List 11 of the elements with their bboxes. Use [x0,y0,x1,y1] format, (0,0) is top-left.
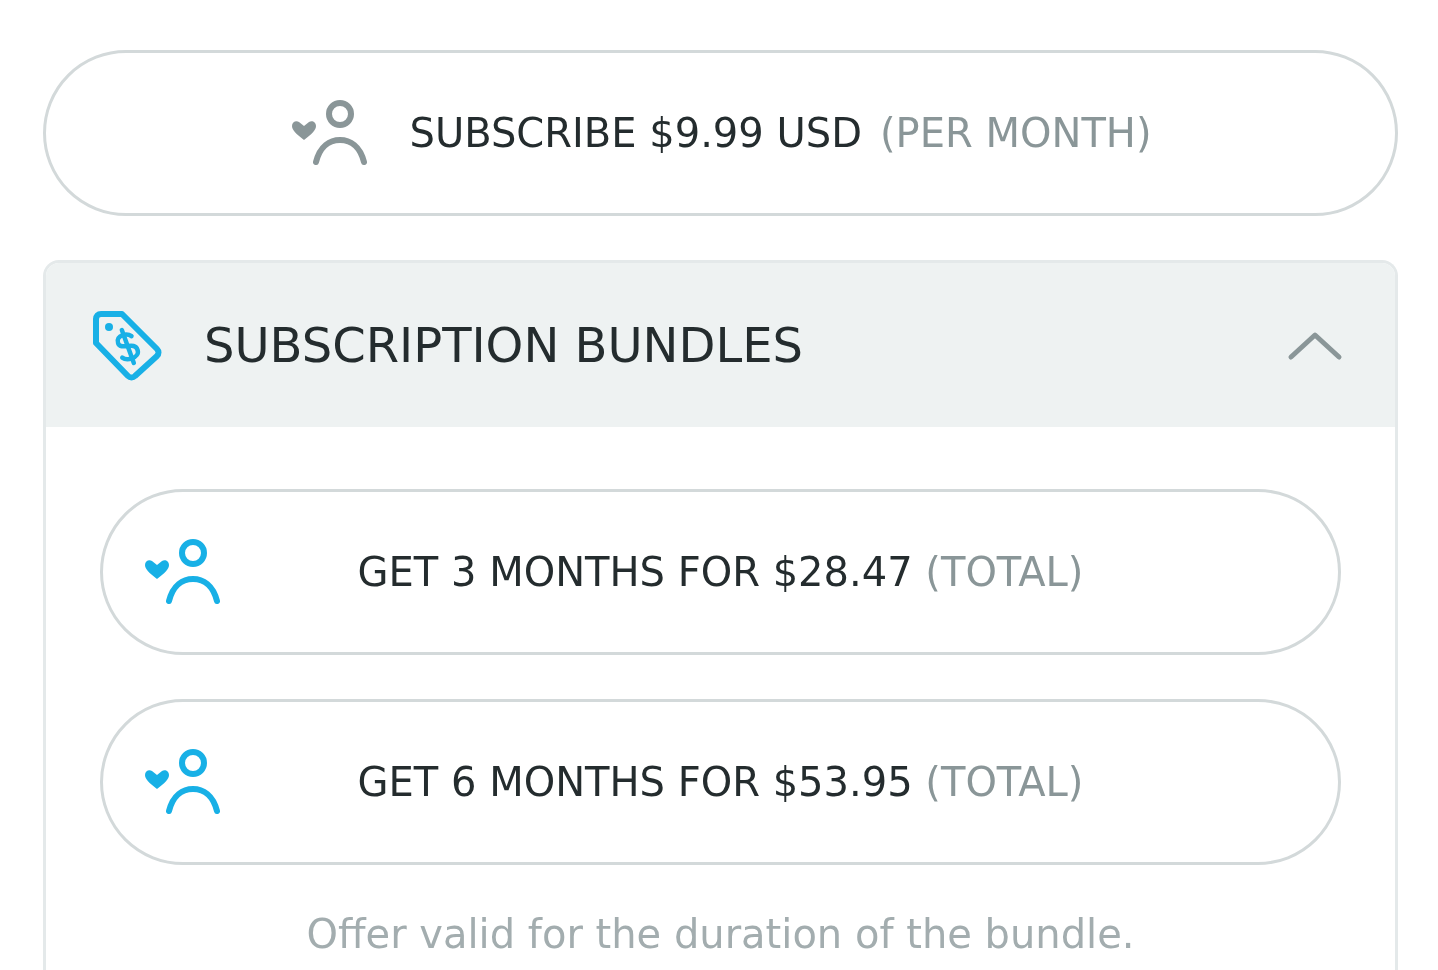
bundle-option-button[interactable]: GET 3 MONTHS FOR $28.47 (TOTAL) [100,489,1341,655]
bundles-header[interactable]: SUBSCRIPTION BUNDLES [46,263,1395,427]
bundle-option-button[interactable]: GET 6 MONTHS FOR $53.95 (TOTAL) [100,699,1341,865]
heart-person-icon [289,100,370,166]
heart-person-icon [143,749,223,815]
price-tag-icon [90,309,162,381]
heart-person-icon [143,539,223,605]
bundles-title: SUBSCRIPTION BUNDLES [204,317,804,373]
subscribe-button[interactable]: SUBSCRIBE $9.99 USD (PER MONTH) [43,50,1398,216]
chevron-up-icon[interactable] [1287,329,1343,361]
offer-note: Offer valid for the duration of the bundle. [305,911,1136,957]
